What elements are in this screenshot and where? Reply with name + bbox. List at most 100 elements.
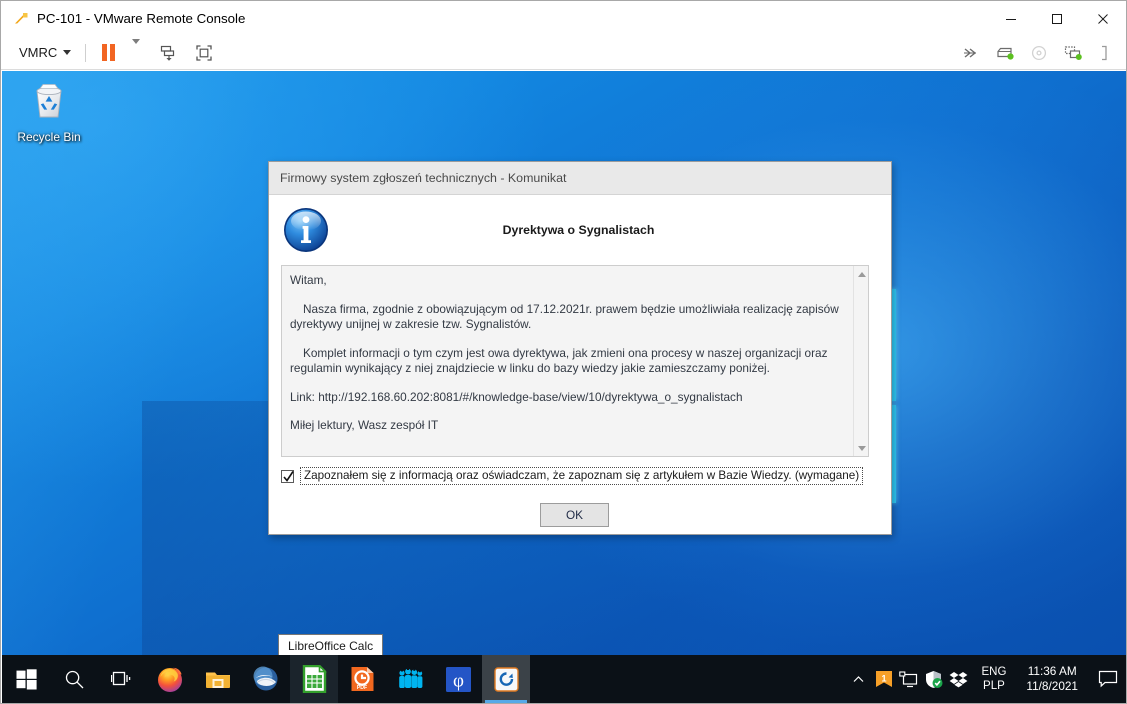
send-ctrl-alt-del-button[interactable]	[156, 41, 180, 65]
vmrc-toolbar: VMRC	[1, 36, 1126, 70]
helpdesk-icon	[493, 666, 519, 692]
panel-bracket-icon	[1102, 45, 1107, 61]
recycle-bin[interactable]: Recycle Bin	[14, 79, 84, 144]
svg-text:PDF: PDF	[356, 685, 366, 691]
dialog-heading: Dyrektywa o Sygnalistach	[502, 223, 655, 237]
vmrc-window: PC-101 - VMware Remote Console VMRC Recy…	[0, 0, 1127, 704]
recycle-bin-label: Recycle Bin	[17, 130, 81, 144]
speech-bubble-icon	[1098, 670, 1118, 688]
send-keys-icon	[161, 45, 175, 61]
vmware-logo-icon	[12, 10, 30, 28]
network-icon	[1064, 46, 1082, 60]
remote-desktop-icon[interactable]	[896, 655, 921, 703]
task-view-button[interactable]	[98, 655, 146, 703]
vmrc-menu-button[interactable]: VMRC	[15, 42, 75, 63]
dialog-body: Dyrektywa o Sygnalistach Witam, Nasza fi…	[269, 195, 891, 534]
scroll-down-arrow-icon[interactable]	[854, 441, 868, 455]
start-button[interactable]	[2, 655, 50, 703]
monitor-icon	[899, 670, 918, 687]
network-adapter-button[interactable]	[1056, 41, 1090, 65]
message-scrollbar[interactable]	[853, 266, 868, 456]
scroll-up-arrow-icon[interactable]	[854, 267, 868, 281]
teams-button[interactable]	[386, 655, 434, 703]
file-explorer-button[interactable]	[194, 655, 242, 703]
libreoffice-calc-button[interactable]	[290, 655, 338, 703]
windows-defender-icon[interactable]	[921, 655, 946, 703]
windows-logo-icon	[16, 668, 37, 689]
vmrc-menu-label: VMRC	[19, 45, 58, 60]
search-icon	[65, 670, 83, 688]
window-title: PC-101 - VMware Remote Console	[37, 11, 246, 26]
minimize-button[interactable]	[988, 1, 1034, 36]
message-paragraph: Komplet informacji o tym czym jest owa d…	[290, 345, 828, 376]
message-paragraph: Witam,	[290, 273, 327, 287]
pdf-reader-button[interactable]: PDF	[338, 655, 386, 703]
badge-icon: 1	[875, 671, 892, 687]
acknowledgement-checkbox-row[interactable]: Zapoznałem się z informacją oraz oświadc…	[281, 467, 864, 485]
pause-icon-bar-left	[102, 44, 108, 61]
shield-check-icon	[926, 670, 943, 688]
pdf-icon: PDF	[351, 667, 373, 691]
svg-text:φ: φ	[453, 670, 464, 691]
clock-time: 11:36 AM	[1027, 664, 1077, 678]
clock-date: 11/8/2021	[1026, 679, 1078, 693]
phi-app-button[interactable]: φ	[434, 655, 482, 703]
overflow-button[interactable]	[956, 43, 988, 63]
removable-devices-button[interactable]	[988, 41, 1022, 65]
maximize-button[interactable]	[1034, 1, 1080, 36]
chevron-up-icon	[854, 675, 864, 682]
thunderbird-icon	[253, 666, 278, 691]
recycle-bin-icon	[36, 84, 62, 118]
acknowledgement-checkbox[interactable]	[281, 469, 294, 483]
pause-button[interactable]	[98, 42, 119, 63]
dropbox-icon	[950, 671, 968, 687]
toolbar-right-group	[956, 36, 1118, 70]
notification-dialog: Firmowy system zgłoszeń technicznych - K…	[268, 161, 892, 535]
optical-disc-icon	[1031, 45, 1047, 61]
toolbar-separator	[85, 43, 87, 62]
window-controls	[988, 1, 1126, 36]
people-icon	[399, 667, 423, 688]
message-text: Witam, Nasza firma, zgodnie z obowiązują…	[282, 266, 868, 441]
search-button[interactable]	[50, 655, 98, 703]
dropbox-icon[interactable]	[946, 655, 971, 703]
message-paragraph: Miłej lektury, Wasz zespół IT	[290, 418, 439, 432]
guest-desktop: Recycle Bin Firmowy system zgłoszeń tech…	[2, 71, 1126, 703]
dialog-titlebar: Firmowy system zgłoszeń technicznych - K…	[269, 162, 891, 195]
message-paragraph: Nasza firma, zgodnie z obowiązującym od …	[290, 301, 839, 332]
message-paragraph-link: Link: http://192.168.60.202:8081/#/knowl…	[290, 389, 743, 404]
acknowledgement-checkbox-label[interactable]: Zapoznałem się z informacją oraz oświadc…	[300, 467, 864, 485]
ok-button[interactable]: OK	[540, 503, 609, 527]
firefox-button[interactable]	[146, 655, 194, 703]
clock[interactable]: 11:36 AM 11/8/2021	[1014, 655, 1090, 703]
window-titlebar: PC-101 - VMware Remote Console	[1, 1, 1126, 36]
taskbar: PDF φ 1 ENG PLP 11:36 AM 11/8/2021	[2, 655, 1126, 703]
chevron-down-icon	[132, 38, 141, 61]
language-indicator[interactable]: ENG PLP	[971, 655, 1014, 703]
fullscreen-icon	[196, 44, 212, 61]
thunderbird-button[interactable]	[242, 655, 290, 703]
show-hidden-icons-button[interactable]	[846, 655, 871, 703]
cd-drive-button[interactable]	[1022, 41, 1056, 65]
phi-icon: φ	[445, 666, 471, 692]
dialog-header: Dyrektywa o Sygnalistach	[269, 195, 891, 265]
language-line-2: PLP	[983, 680, 1005, 692]
hard-disk-icon	[997, 47, 1014, 60]
action-center-button[interactable]	[1090, 655, 1126, 703]
pause-icon-bar-right	[110, 44, 116, 61]
folder-icon	[206, 672, 230, 688]
pause-dropdown-button[interactable]	[128, 38, 144, 66]
chevron-down-icon	[63, 50, 72, 55]
svg-text:1: 1	[881, 674, 886, 684]
information-icon	[284, 208, 328, 252]
taskbar-tooltip-text: LibreOffice Calc	[288, 639, 374, 653]
dialog-title: Firmowy system zgłoszeń technicznych - K…	[280, 171, 567, 185]
message-textarea[interactable]: Witam, Nasza firma, zgodnie z obowiązują…	[281, 265, 869, 457]
chevrons-right-icon	[964, 48, 977, 58]
sidebar-toggle-button[interactable]	[1090, 41, 1118, 65]
notification-count-badge[interactable]: 1	[871, 655, 896, 703]
system-tray: 1 ENG PLP 11:36 AM 11/8/2021	[846, 655, 1126, 703]
full-screen-button[interactable]	[192, 41, 216, 65]
close-button[interactable]	[1080, 1, 1126, 36]
helpdesk-app-button[interactable]	[482, 655, 530, 703]
